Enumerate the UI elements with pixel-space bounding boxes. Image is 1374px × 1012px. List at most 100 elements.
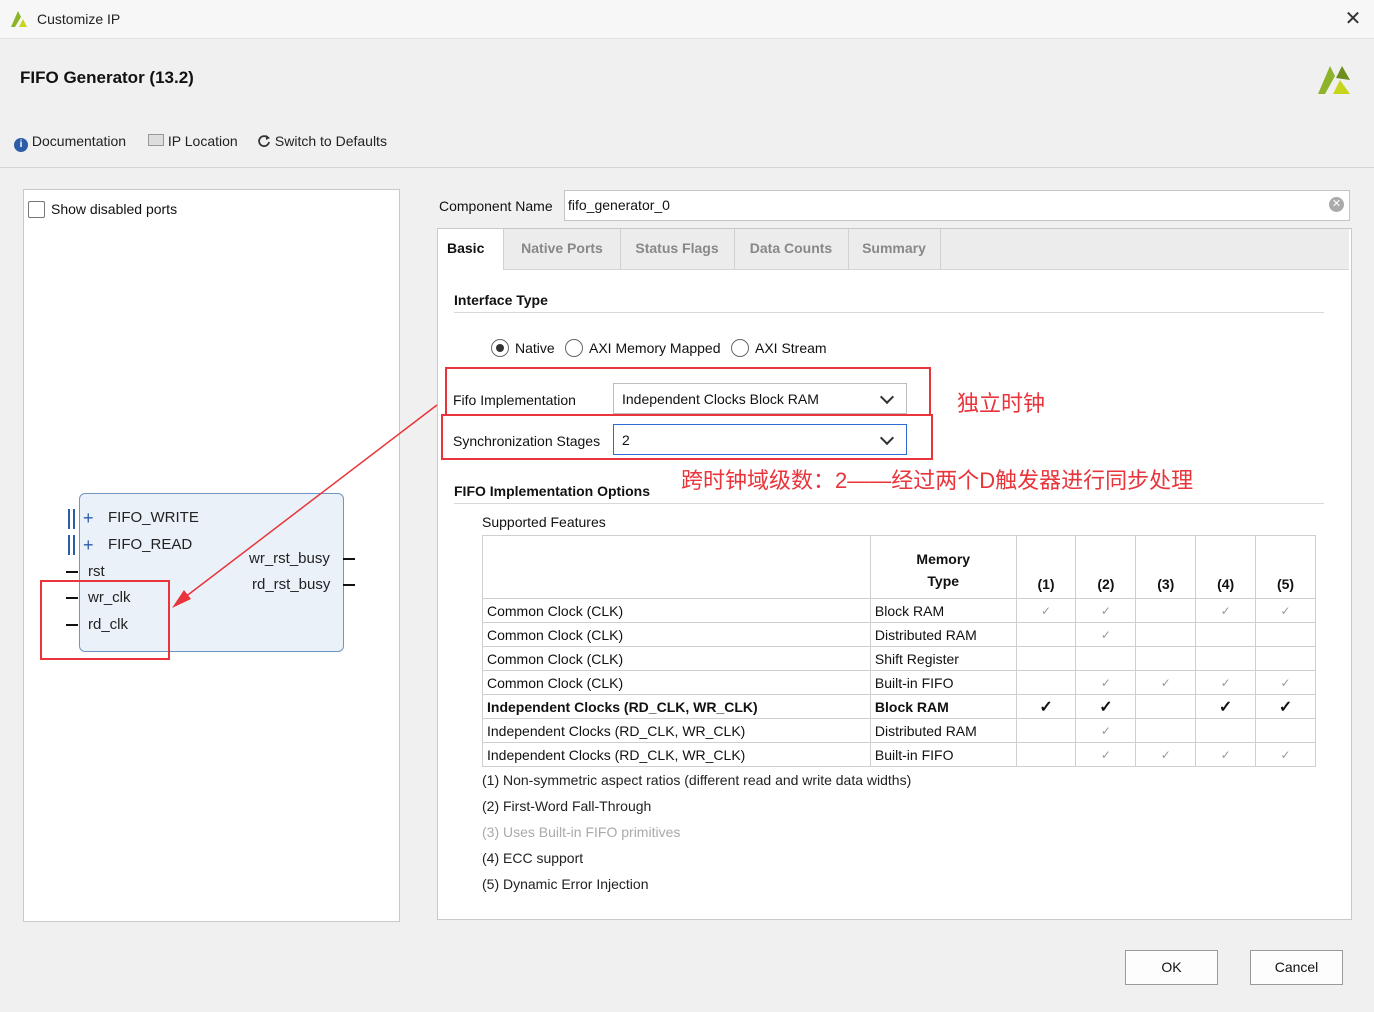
divider — [454, 312, 1324, 313]
sync-annotation: 跨时钟域级数：2——经过两个D触发器进行同步处理 — [681, 468, 1194, 493]
table-cell: Distributed RAM — [869, 622, 1017, 647]
table-cell: Built-in FIFO — [869, 670, 1017, 695]
check-icon — [1195, 718, 1257, 743]
table-header-memory-type: Memory Type — [869, 535, 1017, 599]
refresh-icon — [258, 135, 270, 147]
radio-axi-stream-label: AXI Stream — [755, 340, 827, 356]
show-disabled-ports-checkbox[interactable] — [28, 201, 45, 218]
check-icon — [1195, 646, 1257, 671]
check-icon — [1135, 646, 1197, 671]
check-icon — [1015, 646, 1077, 671]
table-header: (3) — [1135, 535, 1197, 599]
table-header: (2) — [1075, 535, 1137, 599]
documentation-label: Documentation — [31, 133, 127, 149]
check-icon: ✓ — [1075, 598, 1137, 623]
table-header: (1) — [1015, 535, 1077, 599]
radio-axi-stream[interactable] — [731, 339, 749, 357]
table-row-selected: Independent Clocks (RD_CLK, WR_CLK) Bloc… — [482, 694, 1316, 719]
note-4: (4) ECC support — [482, 850, 584, 866]
check-icon: ✓ — [1195, 598, 1257, 623]
title-bar — [0, 0, 1374, 39]
sync-highlight-box — [441, 414, 933, 460]
impl-options-title: FIFO Implementation Options — [454, 483, 650, 499]
tab-status-flags[interactable]: Status Flags — [620, 229, 735, 269]
documentation-link[interactable]: i Documentation — [14, 133, 126, 152]
folder-icon — [148, 134, 164, 146]
table-row: Common Clock (CLK) Built-in FIFO ✓ ✓ ✓ ✓ — [482, 670, 1316, 695]
bus-marker — [73, 509, 75, 529]
info-icon: i — [14, 138, 28, 152]
xilinx-brand-icon — [1318, 66, 1350, 94]
bus-marker — [68, 509, 70, 529]
tab-data-counts[interactable]: Data Counts — [734, 229, 849, 269]
bus-marker — [68, 535, 70, 555]
check-icon: ✓ — [1255, 670, 1316, 695]
table-cell: Block RAM — [869, 694, 1017, 719]
check-icon: ✓ — [1135, 742, 1197, 767]
component-name-input[interactable]: fifo_generator_0 ✕ — [564, 190, 1350, 221]
close-button[interactable]: ✕ — [1340, 6, 1366, 32]
check-icon: ✓ — [1255, 694, 1316, 719]
memory-type-text: Memory Type — [916, 551, 971, 589]
table-header: (5) — [1255, 535, 1316, 599]
switch-defaults-label: Switch to Defaults — [274, 133, 387, 149]
expand-icon[interactable]: + — [83, 535, 94, 556]
pin-wr-rst-busy — [343, 558, 355, 560]
supported-features-label: Supported Features — [482, 514, 606, 530]
port-wr-rst-busy: wr_rst_busy — [249, 550, 330, 567]
check-icon: ✓ — [1075, 694, 1137, 719]
table-cell: Shift Register — [869, 646, 1017, 671]
check-icon: ✓ — [1015, 694, 1077, 719]
check-icon — [1135, 622, 1197, 647]
xilinx-logo-icon — [11, 11, 27, 27]
note-3: (3) Uses Built-in FIFO primitives — [482, 824, 681, 840]
check-icon — [1015, 670, 1077, 695]
table-cell: Common Clock (CLK) — [482, 598, 871, 623]
table-header — [482, 535, 871, 599]
impl-annotation: 独立时钟 — [957, 391, 1046, 416]
interface-type-title: Interface Type — [454, 292, 548, 308]
table-row: Common Clock (CLK) Block RAM ✓ ✓ ✓ ✓ — [482, 598, 1316, 623]
table-row: Independent Clocks (RD_CLK, WR_CLK) Buil… — [482, 742, 1316, 767]
features-table: Memory Type (1) (2) (3) (4) (5) Common C… — [482, 535, 1316, 767]
check-icon: ✓ — [1135, 670, 1197, 695]
bus-marker — [73, 535, 75, 555]
clear-icon[interactable]: ✕ — [1329, 197, 1344, 212]
table-cell: Independent Clocks (RD_CLK, WR_CLK) — [482, 694, 871, 719]
table-cell: Block RAM — [869, 598, 1017, 623]
check-icon — [1255, 622, 1316, 647]
table-cell: Independent Clocks (RD_CLK, WR_CLK) — [482, 718, 871, 743]
table-row: Independent Clocks (RD_CLK, WR_CLK) Dist… — [482, 718, 1316, 743]
tab-basic[interactable]: Basic — [438, 229, 504, 270]
radio-axi-memory-mapped[interactable] — [565, 339, 583, 357]
ok-button[interactable]: OK — [1125, 950, 1218, 985]
tab-summary[interactable]: Summary — [848, 229, 941, 269]
pin-rd-rst-busy — [343, 584, 355, 586]
check-icon — [1075, 646, 1137, 671]
tab-native-ports[interactable]: Native Ports — [504, 229, 621, 269]
check-icon — [1135, 718, 1197, 743]
ip-location-link[interactable]: IP Location — [148, 133, 238, 149]
cancel-button[interactable]: Cancel — [1250, 950, 1343, 985]
table-header-row: Memory Type (1) (2) (3) (4) (5) — [482, 535, 1316, 599]
check-icon: ✓ — [1075, 718, 1137, 743]
check-icon — [1015, 742, 1077, 767]
check-icon: ✓ — [1015, 598, 1077, 623]
component-name-label: Component Name — [439, 198, 553, 214]
show-disabled-ports-label: Show disabled ports — [51, 201, 178, 217]
switch-defaults-link[interactable]: Switch to Defaults — [257, 133, 387, 149]
check-icon — [1195, 622, 1257, 647]
check-icon — [1015, 622, 1077, 647]
check-icon: ✓ — [1195, 742, 1257, 767]
check-icon: ✓ — [1075, 622, 1137, 647]
check-icon: ✓ — [1075, 742, 1137, 767]
check-icon: ✓ — [1075, 670, 1137, 695]
check-icon: ✓ — [1255, 742, 1316, 767]
radio-native[interactable] — [491, 339, 509, 357]
radio-native-label: Native — [515, 340, 555, 356]
port-fifo-write: FIFO_WRITE — [108, 509, 199, 526]
table-cell: Common Clock (CLK) — [482, 670, 871, 695]
table-row: Common Clock (CLK) Shift Register — [482, 646, 1316, 671]
expand-icon[interactable]: + — [83, 508, 94, 529]
check-icon — [1255, 646, 1316, 671]
